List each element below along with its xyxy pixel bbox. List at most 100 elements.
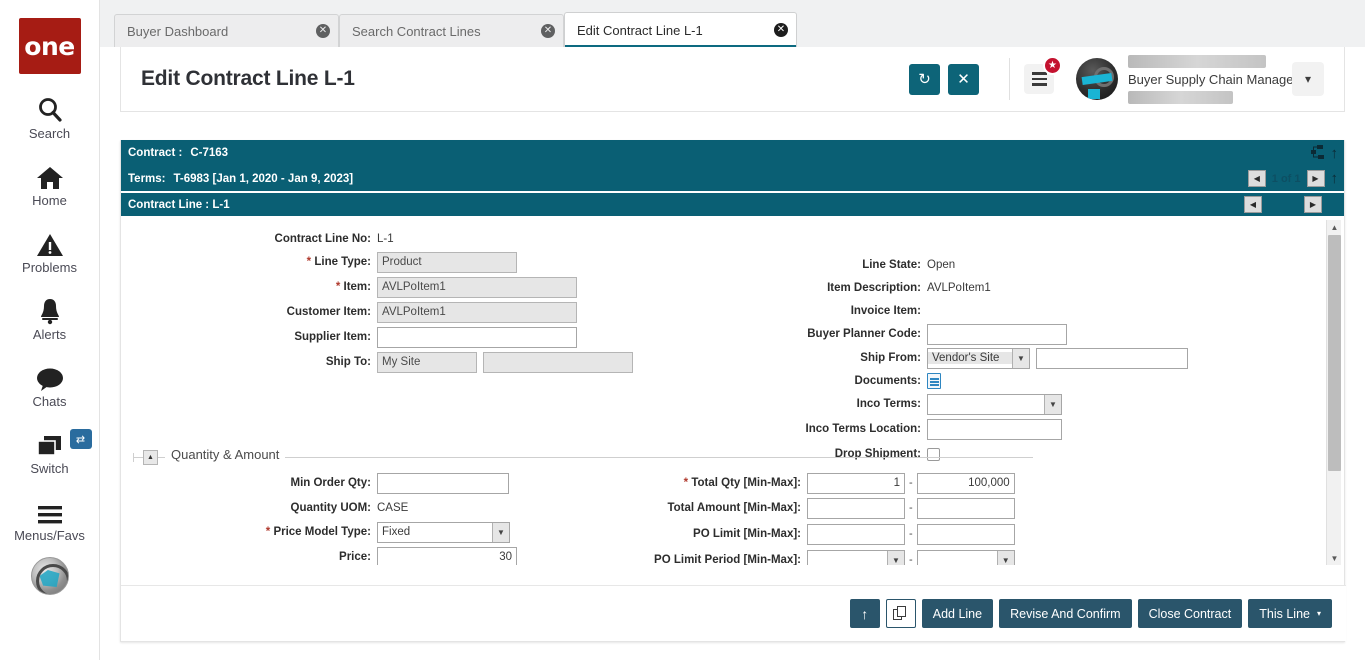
terms-bar-pagination: ◀ 1 of 1 ▶ ↑	[1247, 166, 1339, 191]
sidebar-item-chats[interactable]: Chats	[0, 360, 100, 409]
hamburger-icon	[36, 494, 64, 526]
field-label: Ship From:	[860, 352, 921, 364]
sidebar-item-label: Chats	[32, 394, 67, 409]
close-icon[interactable]: ✕	[541, 24, 555, 38]
content-panel: Contract : C-7163 ↑ Terms: T-6983 [Jan 1…	[120, 140, 1346, 642]
supplier-item-input[interactable]	[377, 326, 577, 348]
ship-to-secondary-input[interactable]	[483, 351, 633, 373]
header-divider	[1009, 58, 1010, 100]
po-limit-period-min-select[interactable]: ▼	[807, 549, 905, 565]
field-min-order-qty: Min Order Qty:	[121, 472, 509, 494]
inco-terms-select[interactable]: ▼	[927, 393, 1062, 415]
field-supplier-item: Supplier Item:	[121, 326, 577, 348]
switch-toggle-badge-icon[interactable]: ⇄	[69, 429, 92, 449]
page-header: Edit Contract Line L-1 ↻ ✕ ★ Buyer Suppl…	[120, 47, 1345, 112]
field-ship-from: Ship From: Vendor's Site ▼	[641, 347, 1188, 369]
avatar[interactable]	[1076, 58, 1118, 100]
user-menu-dropdown[interactable]: ▾	[1292, 62, 1324, 96]
form-vertical-scrollbar[interactable]: ▲ ▼	[1326, 220, 1341, 565]
field-label: PO Limit [Min-Max]:	[693, 528, 801, 540]
upload-button[interactable]: ↑	[849, 599, 880, 628]
this-line-dropdown-button[interactable]: This Line ▾	[1248, 599, 1332, 628]
hierarchy-tree-icon[interactable]	[1310, 144, 1325, 162]
collapse-up-icon[interactable]: ↑	[1331, 171, 1339, 186]
document-icon[interactable]	[927, 373, 941, 389]
min-order-qty-input[interactable]	[377, 472, 509, 494]
total-amount-min-input[interactable]	[807, 497, 905, 519]
sidebar-item-switch[interactable]: ⇄ Switch	[0, 427, 100, 476]
terms-next-button[interactable]: ▶	[1306, 170, 1325, 187]
customer-item-input[interactable]: AVLPoItem1	[377, 301, 577, 323]
total-amount-max-input[interactable]	[916, 497, 1015, 519]
ship-from-select[interactable]: Vendor's Site ▼	[927, 347, 1030, 369]
chevron-right-icon: ▶	[1309, 199, 1317, 209]
field-po-limit-period: PO Limit Period [Min-Max]: ▼ - ▼	[511, 549, 1015, 565]
tab-search-contract-lines[interactable]: Search Contract Lines ✕	[339, 14, 564, 47]
star-glyph: ★	[1048, 60, 1057, 71]
field-label: * Item:	[335, 281, 371, 293]
item-input[interactable]: AVLPoItem1	[377, 276, 577, 298]
close-icon[interactable]: ✕	[774, 23, 788, 37]
contract-line-context-bar: Contract Line : L-1 ◀ ▶	[121, 193, 1344, 218]
scroll-down-arrow-icon[interactable]: ▼	[1327, 551, 1342, 565]
terms-prev-button[interactable]: ◀	[1247, 170, 1266, 187]
chevron-left-icon: ◀	[1253, 173, 1260, 183]
buyer-planner-code-input[interactable]	[927, 323, 1067, 345]
tab-edit-contract-line[interactable]: Edit Contract Line L-1 ✕	[564, 12, 797, 47]
section-collapse-button[interactable]: ▲	[143, 450, 158, 465]
sidebar-item-search[interactable]: Search	[0, 92, 100, 141]
line-type-input[interactable]: Product	[377, 251, 517, 273]
sidebar-item-problems[interactable]: Problems	[0, 226, 100, 275]
field-value: CASE	[377, 502, 409, 514]
line-next-button[interactable]: ▶	[1304, 196, 1322, 213]
menu-button[interactable]: ★	[1024, 56, 1062, 94]
chevron-right-icon: ▶	[1312, 173, 1319, 183]
scrollbar-thumb[interactable]	[1328, 235, 1341, 471]
terms-label: Terms:	[128, 172, 166, 185]
inco-terms-location-input[interactable]	[927, 418, 1062, 440]
total-qty-min-input[interactable]: 1	[807, 472, 905, 494]
sidebar-item-label: Home	[32, 193, 67, 208]
tab-buyer-dashboard[interactable]: Buyer Dashboard ✕	[114, 14, 339, 47]
add-line-button[interactable]: Add Line	[921, 599, 994, 628]
collapse-up-icon[interactable]: ↑	[1331, 146, 1339, 161]
po-limit-max-input[interactable]	[916, 523, 1015, 545]
close-contract-button[interactable]: Close Contract	[1137, 599, 1243, 628]
tab-strip: Buyer Dashboard ✕ Search Contract Lines …	[100, 0, 1365, 47]
one-logo[interactable]: one	[18, 18, 81, 74]
bell-icon	[37, 293, 63, 325]
required-marker: *	[335, 281, 341, 293]
field-item: * Item: AVLPoItem1	[121, 276, 577, 298]
chevron-down-icon: ▼	[996, 550, 1014, 565]
po-limit-period-max-select[interactable]: ▼	[916, 549, 1015, 565]
caret-up-icon: ▲	[147, 454, 154, 461]
sidebar-item-home[interactable]: Home	[0, 159, 100, 208]
quantity-amount-section-header: ▲ Quantity & Amount	[133, 447, 1033, 465]
range-dash: -	[909, 528, 913, 540]
close-page-button[interactable]: ✕	[948, 63, 979, 95]
upload-arrow-icon: ↑	[861, 605, 869, 622]
sidebar-item-alerts[interactable]: Alerts	[0, 293, 100, 342]
revise-and-confirm-button[interactable]: Revise And Confirm	[999, 599, 1132, 628]
total-qty-max-input[interactable]: 100,000	[916, 472, 1015, 494]
refresh-button[interactable]: ↻	[909, 63, 940, 95]
field-label: Contract Line No:	[274, 233, 371, 245]
close-icon[interactable]: ✕	[316, 24, 330, 38]
field-label: Documents:	[854, 375, 921, 387]
copy-button[interactable]	[885, 599, 916, 628]
scroll-up-arrow-icon[interactable]: ▲	[1327, 220, 1342, 234]
sidebar-item-menus-favs[interactable]: Menus/Favs	[0, 494, 100, 543]
contract-bar-actions: ↑	[1310, 140, 1339, 166]
field-label: Buyer Planner Code:	[807, 328, 921, 340]
this-line-label: This Line	[1259, 606, 1310, 621]
field-label: Min Order Qty:	[290, 477, 371, 489]
user-role-label: Buyer Supply Chain Manager	[1128, 71, 1298, 87]
line-prev-button[interactable]: ◀	[1244, 196, 1262, 213]
ship-from-secondary-input[interactable]	[1036, 347, 1188, 369]
po-limit-min-input[interactable]	[807, 523, 905, 545]
field-label: Invoice Item:	[850, 305, 921, 317]
rail-avatar[interactable]	[30, 557, 69, 595]
price-input[interactable]: 30	[377, 546, 517, 565]
price-model-type-select[interactable]: Fixed ▼	[377, 521, 510, 543]
ship-to-input[interactable]: My Site	[377, 351, 477, 373]
